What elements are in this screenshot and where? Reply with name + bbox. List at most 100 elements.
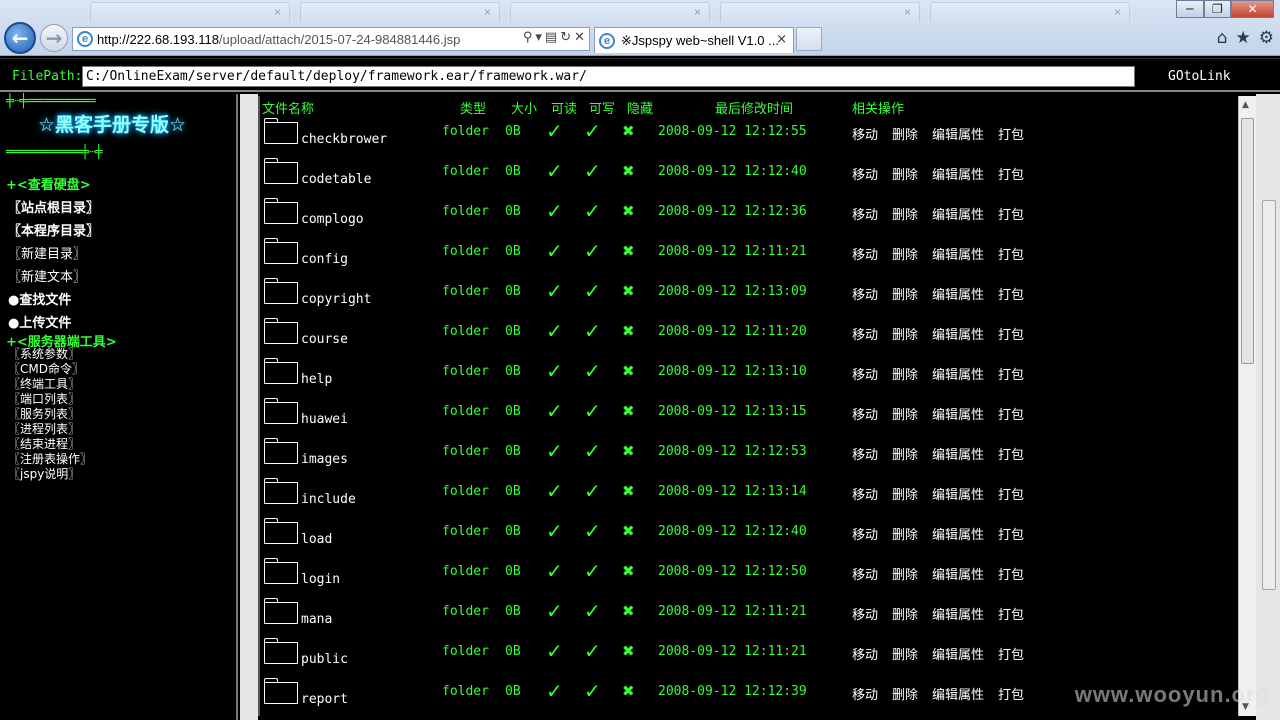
delete-link[interactable]: 删除 [892,244,918,263]
file-name-link[interactable]: include [301,492,356,507]
file-name-link[interactable]: huawei [301,412,348,427]
edit-attr-link[interactable]: 编辑属性 [932,404,984,423]
delete-link[interactable]: 删除 [892,444,918,463]
file-name-link[interactable]: course [301,332,348,347]
inner-scrollbar[interactable]: ▲ ▼ [1238,96,1256,716]
tool-services-link[interactable]: 〖服务列表〗 [8,407,80,422]
folder-icon[interactable] [264,678,298,705]
home-icon[interactable]: ⌂ [1217,28,1228,48]
new-text-link[interactable]: 〖新建文本〗 [8,266,86,285]
pack-link[interactable]: 打包 [998,204,1024,223]
refresh-icon[interactable]: ↻ [560,30,571,45]
file-name-link[interactable]: complogo [301,212,364,227]
folder-icon[interactable] [264,278,298,305]
move-link[interactable]: 移动 [852,564,878,583]
goto-link-button[interactable]: GOtoLink [1168,69,1231,84]
site-root-link[interactable]: 〖站点根目录〗 [8,197,99,216]
edit-attr-link[interactable]: 编辑属性 [932,164,984,183]
delete-link[interactable]: 删除 [892,524,918,543]
edit-attr-link[interactable]: 编辑属性 [932,124,984,143]
tool-terminal-link[interactable]: 〖终端工具〗 [8,377,80,392]
close-window-button[interactable]: ✕ [1231,0,1275,18]
move-link[interactable]: 移动 [852,244,878,263]
edit-attr-link[interactable]: 编辑属性 [932,684,984,703]
file-name-link[interactable]: mana [301,612,332,627]
scroll-up-icon[interactable]: ▲ [1242,100,1249,110]
pack-link[interactable]: 打包 [998,244,1024,263]
move-link[interactable]: 移动 [852,164,878,183]
move-link[interactable]: 移动 [852,684,878,703]
edit-attr-link[interactable]: 编辑属性 [932,604,984,623]
edit-attr-link[interactable]: 编辑属性 [932,204,984,223]
background-tab[interactable]: × [510,2,710,22]
file-name-link[interactable]: public [301,652,348,667]
move-link[interactable]: 移动 [852,484,878,503]
upload-file-link[interactable]: ●上传文件 [8,312,71,331]
new-tab-button[interactable] [796,27,822,51]
delete-link[interactable]: 删除 [892,564,918,583]
pack-link[interactable]: 打包 [998,684,1024,703]
delete-link[interactable]: 删除 [892,364,918,383]
pack-link[interactable]: 打包 [998,604,1024,623]
file-name-link[interactable]: config [301,252,348,267]
edit-attr-link[interactable]: 编辑属性 [932,564,984,583]
pack-link[interactable]: 打包 [998,324,1024,343]
pack-link[interactable]: 打包 [998,484,1024,503]
move-link[interactable]: 移动 [852,284,878,303]
background-tab[interactable]: × [930,2,1130,22]
file-name-link[interactable]: load [301,532,332,547]
edit-attr-link[interactable]: 编辑属性 [932,644,984,663]
edit-attr-link[interactable]: 编辑属性 [932,284,984,303]
move-link[interactable]: 移动 [852,204,878,223]
pack-link[interactable]: 打包 [998,284,1024,303]
tool-registry-link[interactable]: 〖注册表操作〗 [8,452,92,467]
delete-link[interactable]: 删除 [892,404,918,423]
delete-link[interactable]: 删除 [892,644,918,663]
inner-scroll-thumb[interactable] [1241,118,1254,364]
search-icon[interactable]: ⚲ [523,30,533,45]
tool-ports-link[interactable]: 〖端口列表〗 [8,392,80,407]
file-name-link[interactable]: login [301,572,340,587]
tab-close-icon[interactable]: × [776,32,787,47]
folder-icon[interactable] [264,438,298,465]
tab-active[interactable]: e ※Jspspy web~shell V1.0 ... × [594,27,794,53]
delete-link[interactable]: 删除 [892,204,918,223]
move-link[interactable]: 移动 [852,604,878,623]
folder-icon[interactable] [264,238,298,265]
delete-link[interactable]: 删除 [892,604,918,623]
pack-link[interactable]: 打包 [998,524,1024,543]
delete-link[interactable]: 删除 [892,124,918,143]
tool-cmd-link[interactable]: 〖CMD命令〗 [8,362,84,377]
folder-icon[interactable] [264,638,298,665]
move-link[interactable]: 移动 [852,404,878,423]
background-tab[interactable]: × [720,2,920,22]
file-name-link[interactable]: images [301,452,348,467]
folder-icon[interactable] [264,158,298,185]
folder-icon[interactable] [264,398,298,425]
edit-attr-link[interactable]: 编辑属性 [932,364,984,383]
file-name-link[interactable]: copyright [301,292,371,307]
address-bar[interactable]: e http://222.68.193.118/upload/attach/20… [72,27,590,51]
tool-sysinfo-link[interactable]: 〖系统参数〗 [8,347,80,362]
file-name-link[interactable]: help [301,372,332,387]
pack-link[interactable]: 打包 [998,444,1024,463]
delete-link[interactable]: 删除 [892,484,918,503]
outer-scroll-thumb[interactable] [1262,200,1276,590]
edit-attr-link[interactable]: 编辑属性 [932,244,984,263]
restore-button[interactable]: ❐ [1203,0,1232,18]
move-link[interactable]: 移动 [852,324,878,343]
forward-icon[interactable]: → [40,24,68,52]
delete-link[interactable]: 删除 [892,284,918,303]
view-disk-link[interactable]: +<查看硬盘> [6,174,91,193]
file-name-link[interactable]: codetable [301,172,371,187]
folder-icon[interactable] [264,558,298,585]
folder-icon[interactable] [264,518,298,545]
folder-icon[interactable] [264,198,298,225]
move-link[interactable]: 移动 [852,644,878,663]
move-link[interactable]: 移动 [852,124,878,143]
compat-icon[interactable]: ▤ [545,30,557,45]
edit-attr-link[interactable]: 编辑属性 [932,484,984,503]
back-icon[interactable]: ← [4,22,36,54]
find-file-link[interactable]: ●查找文件 [8,289,71,308]
pack-link[interactable]: 打包 [998,644,1024,663]
